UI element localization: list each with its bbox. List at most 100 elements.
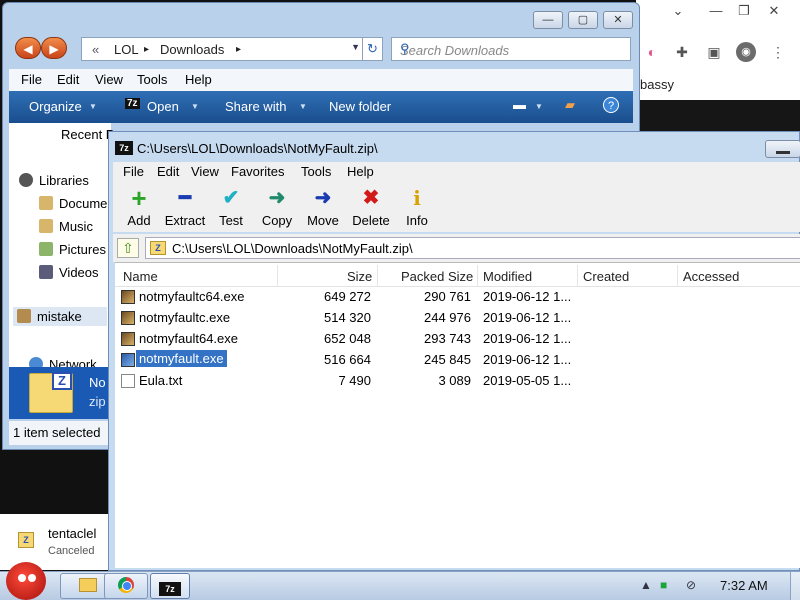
chrome-restore-icon[interactable]: ❐ [732, 2, 756, 20]
file-row-selected[interactable]: notmyfault.exe 516 664 245 845 2019-06-1… [115, 350, 800, 371]
file-row[interactable]: notmyfaultc.exe 514 320 244 976 2019-06-… [115, 308, 800, 329]
view-caret-icon[interactable]: ▼ [535, 102, 543, 111]
col-divider[interactable] [377, 265, 378, 287]
organize-button[interactable]: Organize [29, 99, 82, 114]
explorer-search-box[interactable]: Search Downloads ⚲ [391, 37, 631, 61]
zip-menu-file[interactable]: File [123, 164, 144, 179]
nav-item-mistake[interactable]: mistake [13, 307, 107, 326]
file-row[interactable]: Eula.txt 7 490 3 089 2019-05-05 1... [115, 371, 800, 392]
nav-item-libraries[interactable]: Libraries [19, 173, 89, 188]
col-created[interactable]: Created [583, 269, 629, 284]
col-divider[interactable] [577, 265, 578, 287]
copy-button[interactable]: ➜ Copy [257, 186, 297, 228]
menu-tools[interactable]: Tools [137, 72, 167, 87]
info-button[interactable]: i Info [399, 186, 435, 228]
view-options-icon[interactable]: ▬ [513, 97, 526, 112]
extension-flag-icon[interactable]: ◐ [642, 42, 662, 62]
extensions-puzzle-icon[interactable]: ✚ [672, 42, 692, 62]
explorer-address-bar[interactable]: « LOL ▸ Downloads ▸ ▼ ↻ [81, 37, 383, 61]
file-name: notmyfaultc64.exe [139, 289, 245, 304]
tray-expand-icon[interactable]: ▲ [640, 578, 652, 592]
taskbar-chrome-button[interactable] [104, 573, 148, 599]
nav-item-pictures[interactable]: Pictures [39, 242, 106, 257]
documents-icon [39, 196, 53, 210]
preview-pane-icon[interactable]: ▰ [565, 97, 575, 113]
col-divider[interactable] [677, 265, 678, 287]
chrome-menu-icon[interactable]: ⋮ [768, 42, 788, 62]
col-packed-size[interactable]: Packed Size [401, 269, 473, 284]
test-button[interactable]: ✔ Test [213, 186, 249, 228]
col-divider[interactable] [277, 265, 278, 287]
chrome-close-icon[interactable]: ✕ [762, 2, 786, 20]
add-button[interactable]: + Add [121, 185, 157, 228]
file-packed-size: 3 089 [438, 373, 471, 388]
forward-arrow-icon[interactable]: ▶ [41, 37, 67, 59]
explorer-maximize-button[interactable]: ▢ [568, 11, 598, 29]
zip-menu-help[interactable]: Help [347, 164, 374, 179]
zip-menu-edit[interactable]: Edit [157, 164, 179, 179]
menu-edit[interactable]: Edit [57, 72, 79, 87]
explorer-command-bar: Organize ▼ 7z Open ▼ Share with ▼ New fo… [9, 91, 633, 123]
back-arrow-icon[interactable]: ◀ [15, 37, 41, 59]
show-desktop-button[interactable] [790, 572, 800, 600]
extract-button[interactable]: ━ Extract [161, 186, 209, 228]
menu-help[interactable]: Help [185, 72, 212, 87]
breadcrumb-sep-icon[interactable]: ▸ [236, 44, 241, 55]
open-7z-icon[interactable]: 7z [125, 98, 140, 109]
file-row[interactable]: notmyfaultc64.exe 649 272 290 761 2019-0… [115, 287, 800, 308]
address-dropdown-icon[interactable]: ▼ [351, 42, 360, 52]
delete-button[interactable]: ✖ Delete [349, 186, 393, 228]
share-with-button[interactable]: Share with [225, 99, 286, 114]
explorer-close-button[interactable]: ✕ [603, 11, 633, 29]
file-name: notmyfaultc.exe [139, 310, 231, 325]
open-caret-icon[interactable]: ▼ [191, 102, 199, 111]
move-button[interactable]: ➜ Move [303, 186, 343, 228]
music-icon [39, 219, 53, 233]
breadcrumb-lol[interactable]: LOL [114, 42, 139, 57]
share-caret-icon[interactable]: ▼ [299, 102, 307, 111]
explorer-minimize-button[interactable]: — [533, 11, 563, 29]
7zip-minimize-button[interactable] [765, 140, 800, 158]
zip-menu-favorites[interactable]: Favorites [231, 164, 284, 179]
7zip-title: C:\Users\LOL\Downloads\NotMyFault.zip\ [137, 141, 378, 156]
col-modified[interactable]: Modified [483, 269, 532, 284]
7zip-logo-icon: 7z [115, 141, 133, 155]
taskbar-clock[interactable]: 7:32 AM [720, 578, 768, 593]
chrome-minimize-icon[interactable]: — [704, 2, 728, 20]
side-panel-icon[interactable]: ▣ [704, 42, 724, 62]
col-accessed[interactable]: Accessed [683, 269, 739, 284]
breadcrumb-downloads[interactable]: Downloads [160, 42, 224, 57]
breadcrumb-sep-icon[interactable]: ▸ [144, 44, 149, 55]
profile-avatar[interactable]: ◉ [736, 42, 756, 62]
search-icon[interactable]: ⚲ [400, 41, 626, 57]
7zip-path-field[interactable]: Z C:\Users\LOL\Downloads\NotMyFault.zip\ [145, 237, 800, 259]
col-divider[interactable] [477, 265, 478, 287]
menu-file[interactable]: File [21, 72, 42, 87]
nav-item-videos[interactable]: Videos [39, 265, 99, 280]
nav-item-documents[interactable]: Docume [39, 196, 107, 211]
nav-item-recent[interactable]: Recent P [61, 127, 114, 142]
start-button-angry-bird-icon[interactable] [6, 562, 46, 600]
open-button[interactable]: Open [147, 99, 179, 114]
tray-monitor-icon[interactable]: ■ [660, 578, 667, 592]
chrome-download-item[interactable]: Z tentaclel Canceled [0, 514, 108, 570]
libraries-icon [19, 173, 33, 187]
file-row[interactable]: notmyfault64.exe 652 048 293 743 2019-06… [115, 329, 800, 350]
zip-menu-tools[interactable]: Tools [301, 164, 331, 179]
folder-up-icon[interactable]: ⇧ [117, 238, 139, 258]
menu-view[interactable]: View [95, 72, 123, 87]
breadcrumb-overflow-icon[interactable]: « [92, 42, 99, 57]
refresh-icon[interactable]: ↻ [362, 38, 382, 60]
tray-volume-muted-icon[interactable]: ⊘ [686, 578, 696, 592]
col-name[interactable]: Name [123, 269, 158, 284]
zip-menu-view[interactable]: View [191, 164, 219, 179]
path-text: C:\Users\LOL\Downloads\NotMyFault.zip\ [172, 241, 413, 256]
col-size[interactable]: Size [347, 269, 372, 284]
details-pane-selected-file[interactable]: Z No zip [9, 367, 111, 419]
taskbar-7zip-button[interactable]: 7z [150, 573, 190, 599]
help-icon[interactable]: ? [603, 97, 619, 113]
new-folder-button[interactable]: New folder [329, 99, 391, 114]
nav-item-music[interactable]: Music [39, 219, 93, 234]
organize-caret-icon[interactable]: ▼ [89, 102, 97, 111]
chrome-tab-search-icon[interactable]: ⌄ [666, 2, 690, 20]
